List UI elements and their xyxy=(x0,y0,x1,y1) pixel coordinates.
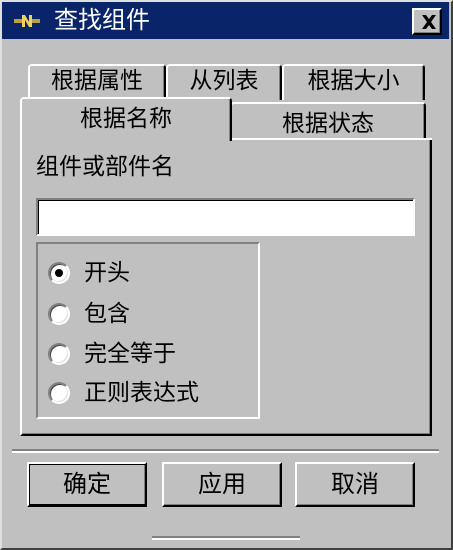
tab-label: 从列表 xyxy=(189,68,259,94)
component-name-label: 组件或部件名 xyxy=(36,154,174,180)
tab-by-attribute[interactable]: 根据属性 xyxy=(28,64,166,100)
close-button[interactable] xyxy=(412,8,442,35)
component-name-input[interactable] xyxy=(36,198,415,236)
resize-grip-highlight xyxy=(152,538,300,540)
tab-label: 根据大小 xyxy=(307,68,400,94)
tab-label: 根据名称 xyxy=(80,106,172,132)
window-title: 查找组件 xyxy=(54,6,150,34)
tab-from-list[interactable]: 从列表 xyxy=(166,64,282,100)
default-button-focus xyxy=(29,464,147,505)
radio-button[interactable] xyxy=(48,343,70,365)
radio-button[interactable] xyxy=(48,262,70,284)
radio-label: 正则表达式 xyxy=(84,380,199,406)
radio-selected-dot xyxy=(55,269,63,277)
radio-label: 开头 xyxy=(84,260,130,286)
separator-highlight xyxy=(12,451,439,453)
tab-by-state[interactable]: 根据状态 xyxy=(230,102,426,140)
radio-label: 完全等于 xyxy=(84,341,176,367)
apply-button[interactable]: 应用 xyxy=(162,462,282,507)
tab-by-size[interactable]: 根据大小 xyxy=(282,64,425,100)
radio-button[interactable] xyxy=(48,382,70,404)
tab-label: 根据属性 xyxy=(51,68,143,94)
close-icon xyxy=(422,15,436,29)
cancel-button[interactable]: 取消 xyxy=(295,462,415,507)
panel-edge xyxy=(230,138,432,140)
tab-by-name[interactable]: 根据名称 xyxy=(20,97,232,141)
radio-button[interactable] xyxy=(48,303,70,325)
radio-label: 包含 xyxy=(84,301,130,327)
nx-app-icon xyxy=(12,11,42,31)
title-bar[interactable]: 查找组件 xyxy=(2,2,449,39)
